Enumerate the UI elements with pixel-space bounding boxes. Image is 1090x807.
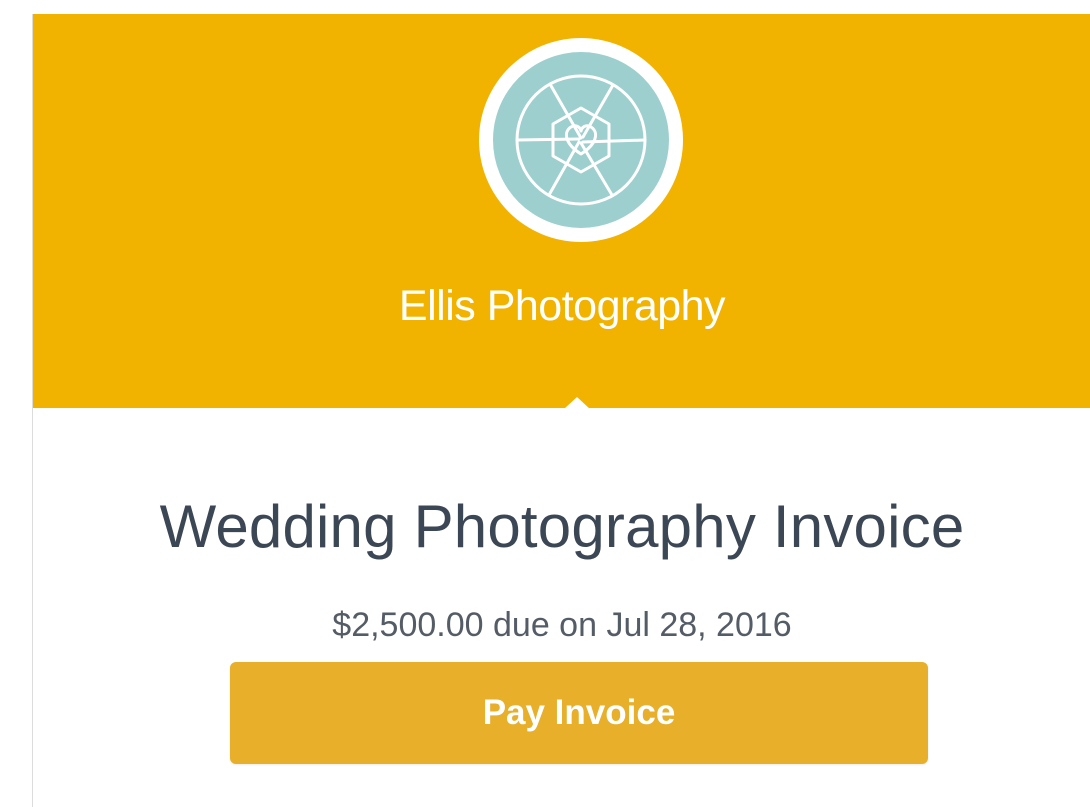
invoice-due-text: $2,500.00 due on Jul 28, 2016: [332, 606, 792, 644]
invoice-title: Wedding Photography Invoice: [159, 493, 965, 560]
brand-header: Ellis Photography: [33, 14, 1090, 409]
business-name: Ellis Photography: [398, 282, 726, 330]
camera-aperture-heart-icon: [493, 52, 669, 228]
invoice-card: Ellis Photography Wedding Photography In…: [32, 14, 1090, 807]
aperture-graphic: [515, 74, 647, 206]
pay-invoice-button[interactable]: Pay Invoice: [230, 662, 928, 764]
page: Ellis Photography Wedding Photography In…: [0, 0, 1090, 807]
header-pointer: [564, 397, 590, 409]
business-logo: [479, 38, 683, 242]
